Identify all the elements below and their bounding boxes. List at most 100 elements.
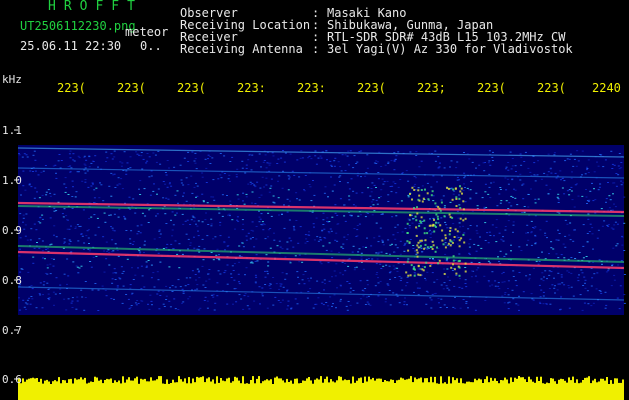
noise-pixel — [206, 300, 209, 302]
noise-pixel — [223, 173, 226, 174]
noise-pixel — [559, 308, 562, 310]
noise-pixel — [236, 168, 239, 170]
meteor-echo-pixel — [426, 232, 429, 235]
power-bar — [528, 376, 530, 400]
noise-pixel — [555, 177, 558, 179]
noise-pixel — [343, 215, 346, 217]
power-bar — [586, 377, 588, 400]
noise-pixel — [18, 154, 21, 156]
meteor-echo-pixel — [407, 249, 410, 252]
noise-pixel — [286, 211, 289, 213]
noise-pixel — [26, 239, 29, 241]
power-bar — [296, 378, 298, 400]
noise-pixel — [553, 277, 555, 279]
noise-pixel — [35, 229, 38, 231]
noise-pixel — [241, 229, 244, 231]
noise-pixel — [286, 290, 288, 292]
power-bar — [494, 378, 496, 400]
noise-pixel — [327, 231, 330, 233]
noise-pixel — [127, 298, 130, 300]
noise-pixel — [159, 261, 162, 263]
noise-pixel — [582, 245, 585, 247]
noise-pixel — [528, 279, 530, 281]
noise-pixel — [45, 248, 48, 250]
noise-pixel — [522, 183, 525, 185]
noise-pixel — [341, 261, 344, 263]
noise-pixel — [30, 296, 33, 297]
noise-pixel — [205, 280, 208, 282]
noise-pixel — [588, 199, 591, 201]
power-bar — [606, 377, 608, 400]
noise-pixel — [169, 287, 171, 289]
noise-pixel — [132, 279, 135, 280]
meteor-echo-pixel — [449, 227, 452, 230]
noise-pixel — [463, 172, 466, 174]
noise-pixel — [207, 273, 209, 275]
noise-pixel — [293, 227, 295, 229]
noise-pixel — [306, 297, 309, 299]
noise-pixel — [350, 178, 353, 180]
noise-pixel — [120, 178, 123, 180]
noise-pixel — [71, 300, 74, 302]
noise-pixel — [204, 219, 207, 221]
noise-pixel — [230, 273, 233, 275]
noise-pixel — [322, 304, 325, 306]
noise-pixel — [269, 283, 272, 285]
noise-pixel — [503, 281, 506, 283]
noise-pixel — [321, 281, 324, 283]
noise-pixel — [219, 174, 222, 176]
noise-pixel — [498, 288, 501, 290]
noise-pixel — [491, 160, 494, 161]
meteor-echo-pixel — [458, 197, 461, 200]
noise-pixel — [526, 224, 529, 226]
noise-pixel — [340, 246, 343, 248]
noise-pixel — [223, 272, 226, 274]
noise-pixel — [464, 279, 467, 281]
power-bar — [618, 382, 620, 400]
meteor-echo-pixel — [449, 244, 452, 247]
noise-pixel — [132, 198, 135, 200]
noise-pixel — [360, 256, 363, 258]
noise-pixel — [534, 180, 537, 182]
noise-pixel — [63, 243, 65, 244]
noise-pixel — [598, 259, 601, 261]
noise-pixel — [333, 294, 336, 296]
noise-pixel — [473, 243, 476, 245]
noise-pixel — [414, 183, 417, 185]
x-tick-label: 223( — [57, 81, 86, 95]
noise-pixel — [258, 216, 261, 218]
power-bar — [314, 379, 316, 400]
power-bar — [90, 381, 92, 400]
noise-pixel — [335, 263, 338, 265]
meteor-echo-pixel — [417, 273, 420, 276]
noise-pixel — [463, 232, 466, 234]
noise-pixel — [68, 228, 71, 230]
power-bar — [184, 378, 186, 400]
noise-pixel — [611, 163, 614, 165]
noise-pixel — [92, 183, 94, 185]
noise-pixel — [195, 168, 198, 170]
noise-pixel — [162, 197, 165, 199]
noise-pixel — [313, 226, 315, 228]
power-bar — [142, 379, 144, 400]
noise-pixel — [475, 167, 477, 169]
noise-pixel — [169, 182, 171, 184]
x-tick-label: 223; — [417, 81, 446, 95]
noise-pixel — [281, 248, 284, 250]
noise-pixel — [168, 300, 171, 302]
noise-pixel — [123, 217, 126, 219]
noise-pixel — [237, 198, 240, 200]
meteor-echo-pixel — [406, 232, 409, 234]
noise-pixel — [97, 166, 99, 168]
noise-pixel — [411, 222, 414, 224]
noise-pixel — [53, 258, 55, 260]
noise-pixel — [96, 217, 99, 219]
noise-pixel — [586, 290, 589, 292]
spectrogram — [14, 129, 626, 400]
noise-pixel — [157, 252, 160, 254]
noise-pixel — [139, 180, 142, 182]
meteor-echo-pixel — [435, 213, 438, 216]
power-bar — [554, 381, 556, 400]
noise-pixel — [446, 244, 449, 246]
noise-pixel — [268, 285, 271, 287]
